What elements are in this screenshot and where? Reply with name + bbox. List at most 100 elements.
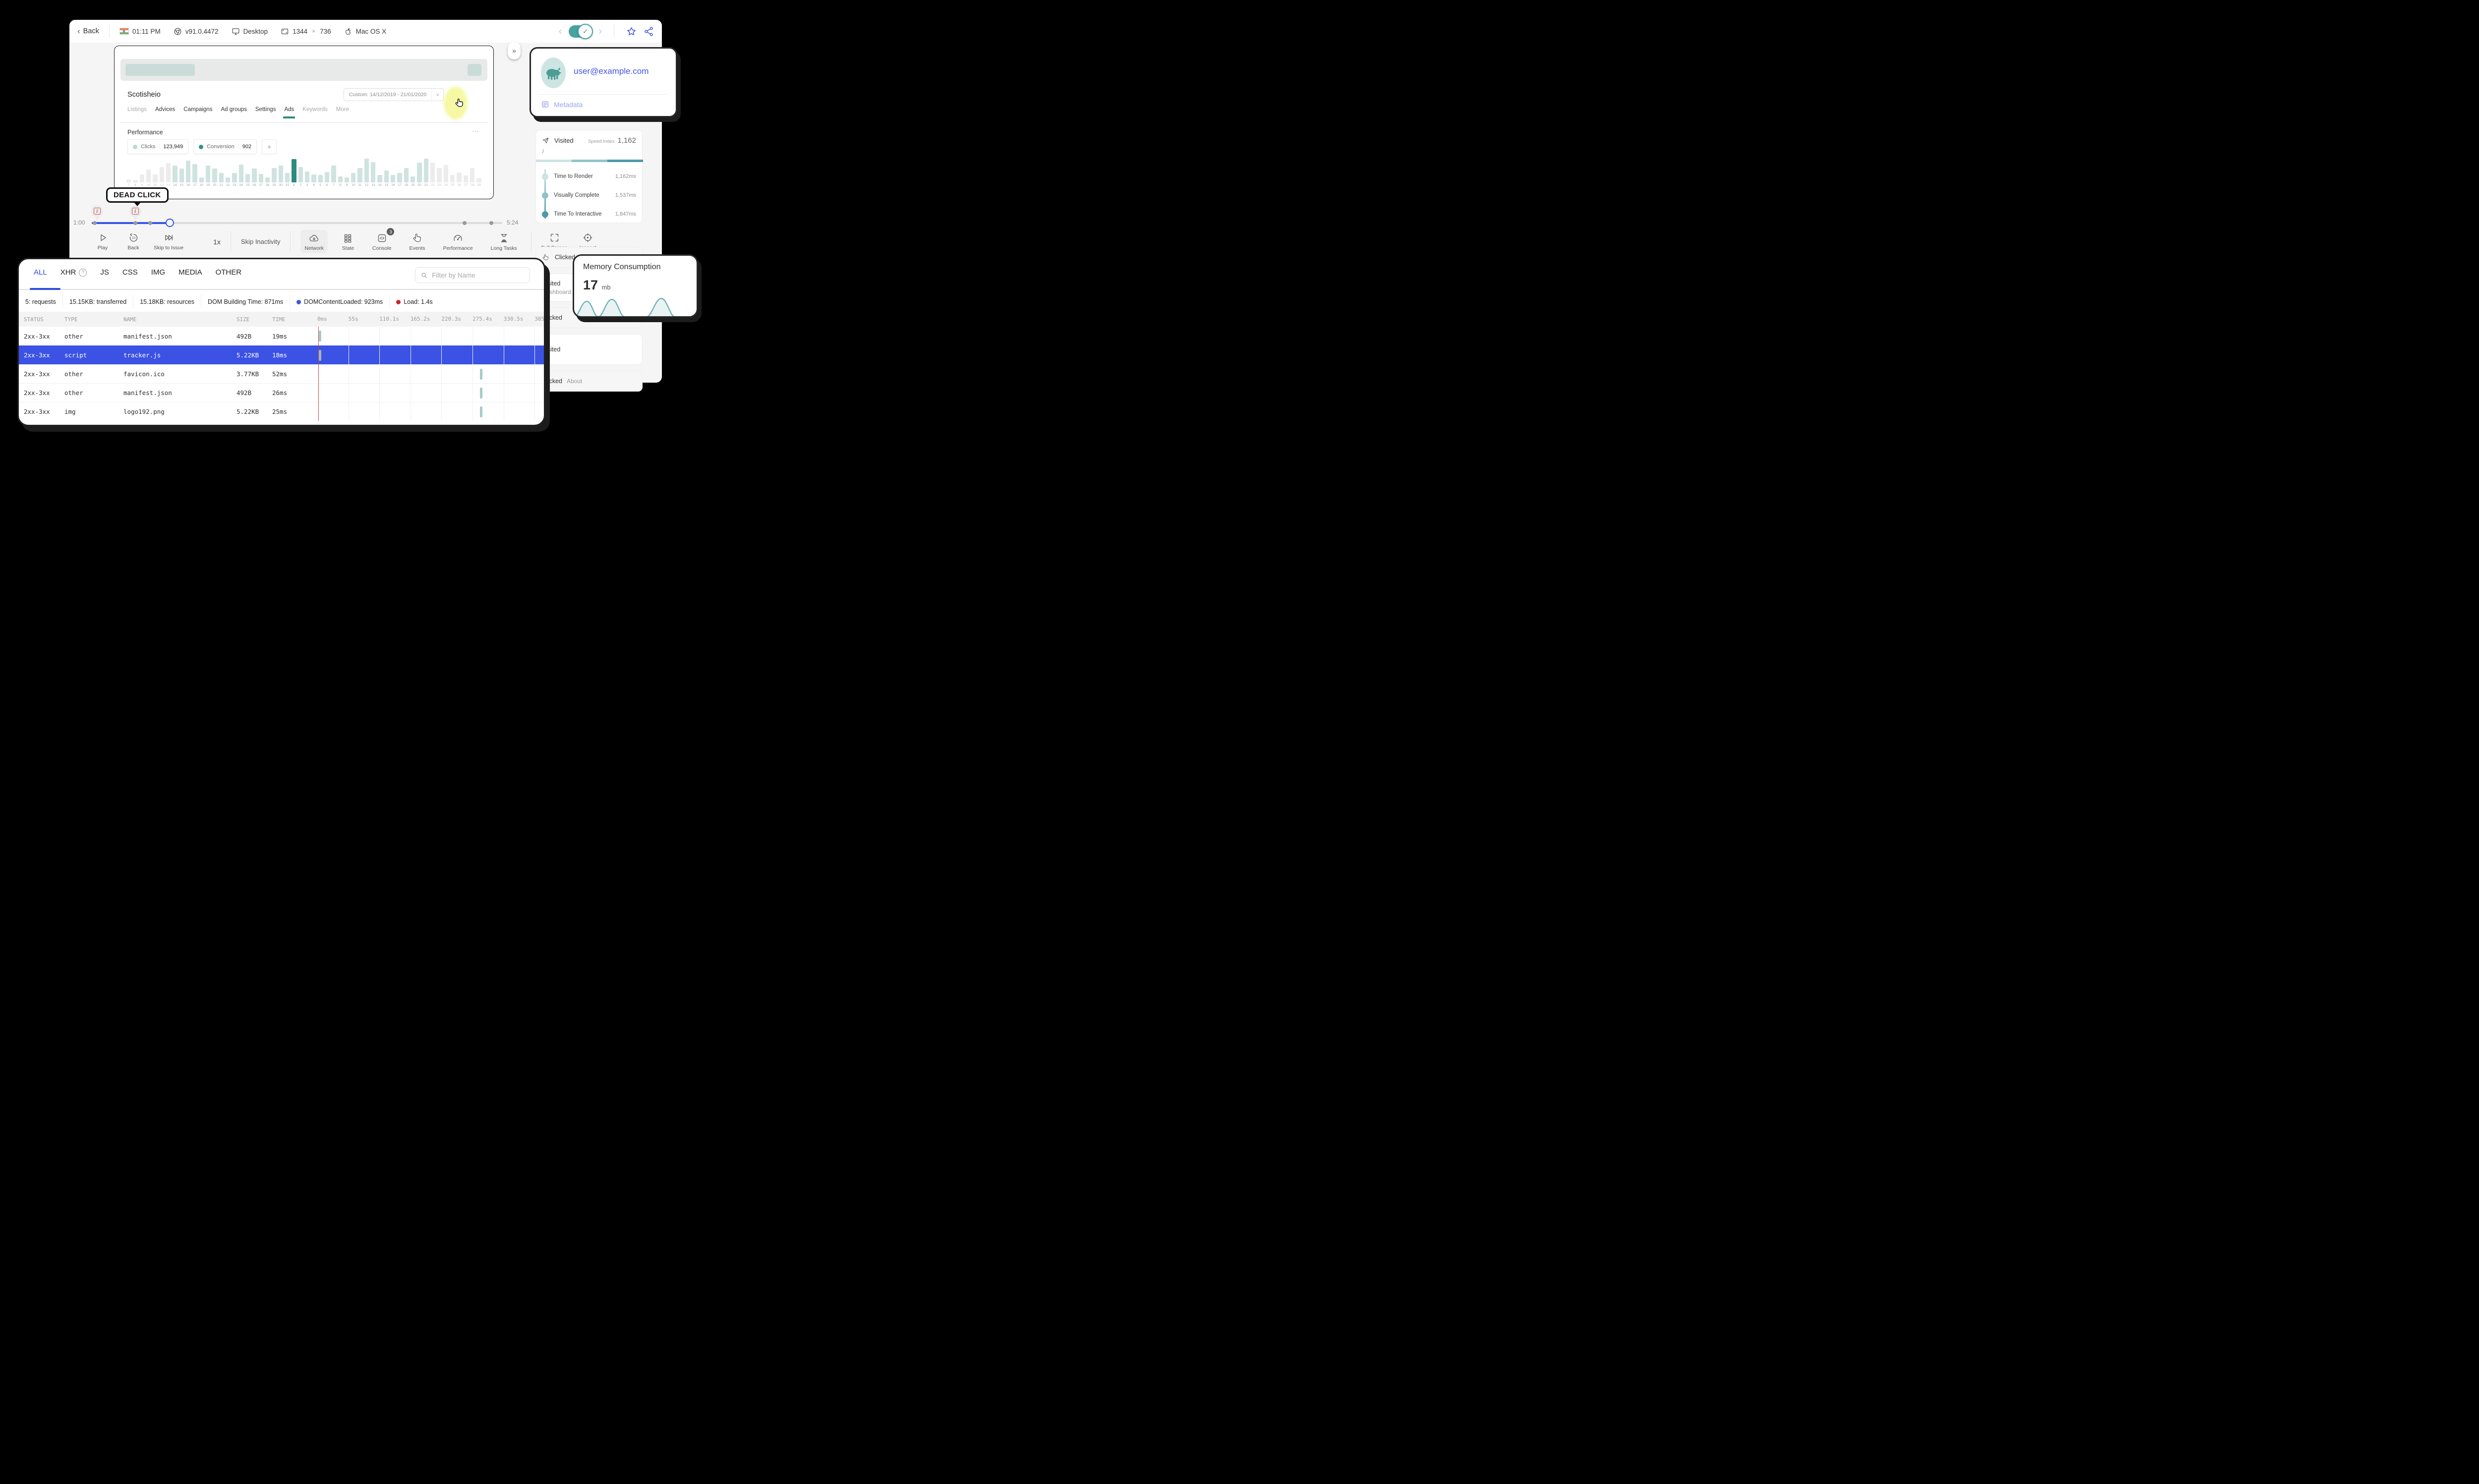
- network-table: STATUS TYPE NAME SIZE TIME 0ms 55s 110.1s 165.2s…: [19, 312, 544, 425]
- favorite-star-button[interactable]: [626, 26, 637, 37]
- site-tab-ads[interactable]: Ads: [283, 107, 295, 118]
- console-count-badge: 3: [387, 228, 395, 235]
- column-header-time[interactable]: TIME: [272, 316, 317, 323]
- play-button[interactable]: Play: [92, 232, 113, 251]
- chart-bar-day-16: 16: [391, 152, 396, 187]
- column-header-name[interactable]: NAME: [123, 316, 236, 323]
- share-button[interactable]: [644, 26, 654, 37]
- issue-marker[interactable]: i: [91, 205, 103, 221]
- memory-unit: mb: [601, 284, 611, 291]
- column-header-type[interactable]: TYPE: [64, 316, 123, 323]
- chart-bar-day-23: 23: [232, 152, 237, 187]
- more-options-icon[interactable]: ⋯: [472, 127, 479, 135]
- network-tab-css[interactable]: CSS: [122, 268, 138, 277]
- network-request-row-manifest.json[interactable]: 2xx-3xx other manifest.json 492B 19ms: [19, 327, 544, 345]
- user-email[interactable]: user@example.com: [574, 66, 649, 76]
- issue-marker[interactable]: i: [129, 205, 141, 221]
- chart-bar-day-28: 28: [470, 152, 475, 187]
- chart-bar-day-9: 9: [139, 152, 144, 187]
- timeline-event-dot[interactable]: [489, 221, 493, 225]
- panel-button-events[interactable]: Events: [405, 230, 429, 253]
- column-header-status[interactable]: STATUS: [24, 316, 64, 323]
- next-session-button[interactable]: ›: [598, 26, 602, 36]
- dead-click-label: DEAD CLICK: [114, 191, 161, 199]
- timeline-event-dot[interactable]: [148, 221, 153, 225]
- network-tab-other[interactable]: OTHER: [216, 268, 242, 277]
- skip-to-issue-button[interactable]: Skip to Issue: [154, 232, 183, 251]
- playback-speed-button[interactable]: 1x: [213, 238, 221, 246]
- waterfall-tick: 110.1s: [379, 316, 399, 322]
- network-tab-xhr[interactable]: XHR?: [60, 268, 87, 277]
- chart-bar-day-25: 25: [450, 152, 455, 187]
- chart-bar-day-25: 25: [245, 152, 250, 187]
- network-request-row-tracker.js[interactable]: 2xx-3xx script tracker.js 5.22KB 18ms: [19, 345, 544, 364]
- chart-bar-day-3: 3: [304, 152, 310, 187]
- speed-index-value: 1,162: [617, 136, 636, 145]
- monitor-icon: [232, 27, 240, 36]
- metric-label: Clicks: [141, 144, 160, 150]
- back-button[interactable]: ‹ Back: [77, 26, 99, 36]
- visited-metrics-card[interactable]: Visited Speed Index 1,162 / Time to Rend…: [535, 130, 643, 223]
- previous-session-button[interactable]: ‹: [559, 26, 562, 36]
- collapse-panel-button[interactable]: »: [508, 42, 521, 59]
- chart-bar-day-26: 26: [457, 152, 462, 187]
- site-tab-settings[interactable]: Settings: [255, 107, 276, 118]
- panel-button-state[interactable]: State: [338, 230, 358, 253]
- network-panel: ALLXHR?JSCSSIMGMEDIAOTHER 5: requests15.…: [17, 258, 545, 426]
- chart-bar-day-9: 9: [344, 152, 350, 187]
- panel-button-performance[interactable]: Performance: [439, 230, 477, 253]
- network-stat: DOMContentLoaded: 923ms: [290, 295, 390, 309]
- network-request-row-favicon.ico[interactable]: 2xx-3xx other favicon.ico 3.77KB 52ms: [19, 364, 544, 383]
- panel-button-network[interactable]: Network: [300, 230, 328, 253]
- chart-bar-day-10: 10: [351, 152, 356, 187]
- chart-bar-day-10: 10: [146, 152, 151, 187]
- timeline-event-dot[interactable]: [133, 221, 137, 225]
- event-card-visited[interactable]: Visited: [535, 334, 643, 365]
- timeline-track[interactable]: ii: [91, 205, 502, 227]
- column-header-size[interactable]: SIZE: [236, 316, 272, 323]
- site-tab-listings[interactable]: Listings: [127, 107, 147, 118]
- timeline-handle[interactable]: [166, 219, 175, 227]
- chart-bar-day-29: 29: [272, 152, 277, 187]
- site-tab-advices[interactable]: Advices: [155, 107, 175, 118]
- panel-button-long-tasks[interactable]: Long Tasks: [487, 230, 521, 253]
- click-hand-icon: [542, 254, 550, 261]
- page-background: ‹ Back 01:11 PM v91.0.4472 Desktop 1344 …: [0, 0, 764, 432]
- site-tab-ad-groups[interactable]: Ad groups: [221, 107, 246, 118]
- network-tabs-underline: [19, 289, 544, 290]
- metric-value: 123,949: [163, 144, 183, 150]
- network-tab-js[interactable]: JS: [100, 268, 109, 277]
- autoplay-toggle[interactable]: ✓: [569, 23, 593, 39]
- network-tab-all[interactable]: ALL: [34, 268, 47, 277]
- site-tab-keywords[interactable]: Keywords: [302, 107, 328, 118]
- chart-bar-day-11: 11: [153, 152, 158, 187]
- panel-button-console[interactable]: Console 3: [368, 228, 396, 253]
- timeline-progress: [92, 222, 170, 224]
- timeline-event-dot[interactable]: [92, 221, 97, 225]
- chart-bar-day-4: 4: [311, 152, 316, 187]
- metadata-button[interactable]: Metadata: [541, 100, 583, 109]
- network-tab-media[interactable]: MEDIA: [178, 268, 202, 277]
- back-label: Back: [83, 27, 99, 35]
- help-icon[interactable]: ?: [79, 268, 87, 277]
- back-10s-button[interactable]: 10 Back: [123, 232, 144, 251]
- resolution-times: ×: [312, 28, 316, 35]
- site-tab-more[interactable]: More: [336, 107, 349, 118]
- skip-inactivity-button[interactable]: Skip Inactivity: [241, 238, 280, 245]
- chart-bar-day-20: 20: [417, 152, 422, 187]
- network-request-row-logo192.png[interactable]: 2xx-3xx img logo192.png 5.22KB 25ms: [19, 402, 544, 421]
- timeline-event-dot[interactable]: [462, 221, 467, 225]
- site-skeleton-logo: [125, 64, 195, 76]
- metric-dot: [133, 144, 137, 149]
- rhino-icon: [546, 67, 562, 80]
- chart-bar-day-1: 1: [292, 152, 296, 187]
- site-tab-campaigns[interactable]: Campaigns: [183, 107, 212, 118]
- network-tab-img[interactable]: IMG: [151, 268, 165, 277]
- total-time-label: 5:24: [507, 219, 519, 226]
- metadata-label: Metadata: [554, 100, 583, 109]
- event-card-clicked-about[interactable]: Clicked About: [535, 371, 643, 392]
- filter-by-name-input[interactable]: [432, 271, 525, 279]
- network-request-row-manifest.json[interactable]: 2xx-3xx other manifest.json 492B 26ms: [19, 383, 544, 402]
- browser-version-label: v91.0.4472: [185, 27, 219, 35]
- date-range-select[interactable]: Custom: 14/12/2019 - 21/01/2020 ∨: [343, 88, 444, 101]
